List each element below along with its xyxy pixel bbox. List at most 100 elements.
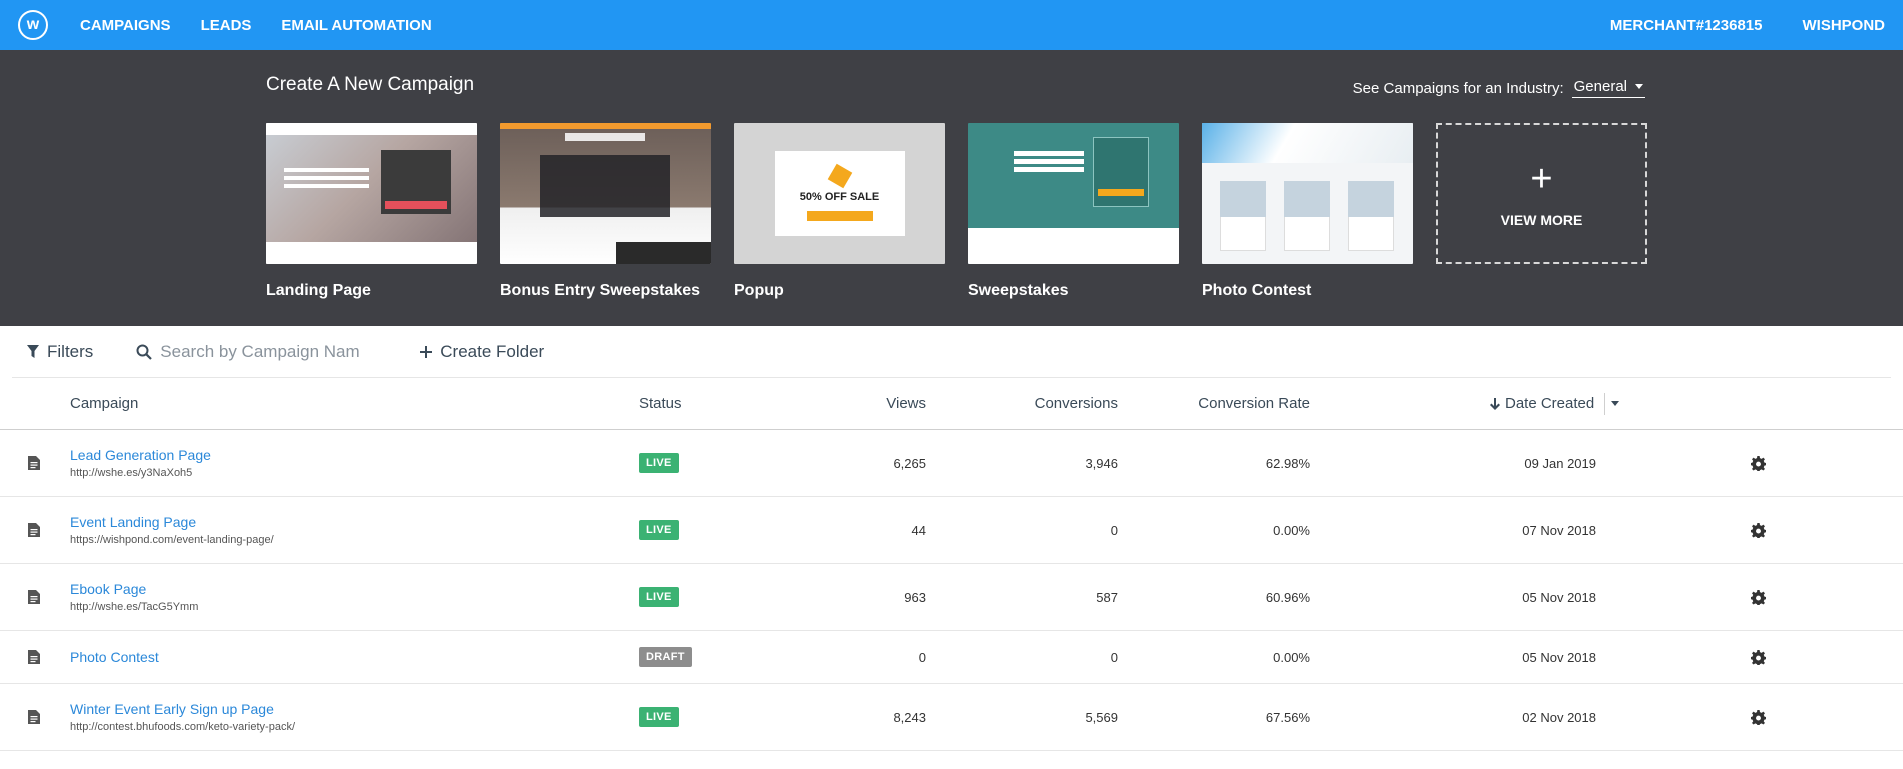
sort-arrow-down-icon — [1490, 397, 1500, 410]
campaign-table-body: Lead Generation Page http://wshe.es/y3Na… — [0, 430, 1903, 751]
conversion-rate-value: 62.98% — [1265, 455, 1310, 471]
template-label: Popup — [734, 282, 784, 299]
status-cell: LIVE — [639, 453, 679, 473]
status-badge: LIVE — [639, 453, 679, 473]
view-more-button[interactable]: + VIEW MORE — [1436, 123, 1647, 264]
conversion-rate-value: 0.00% — [1273, 522, 1310, 538]
conversions-value: 3,946 — [1085, 455, 1118, 471]
industry-dropdown[interactable]: General — [1571, 78, 1645, 98]
template-thumbnail — [968, 123, 1179, 264]
template-sweepstakes[interactable]: Sweepstakes — [968, 123, 1179, 300]
filter-icon — [27, 345, 39, 358]
gear-icon[interactable] — [1751, 455, 1766, 471]
nav-email-automation[interactable]: EMAIL AUTOMATION — [281, 17, 431, 34]
col-views[interactable]: Views — [886, 395, 926, 412]
status-badge: LIVE — [639, 587, 679, 607]
template-label: Bonus Entry Sweepstakes — [500, 282, 701, 299]
account-area: MERCHANT#1236815 WISHPOND — [1610, 17, 1885, 34]
table-row[interactable]: Photo Contest DRAFT 0 0 0.00% 05 Nov 201… — [0, 631, 1903, 684]
industry-label: See Campaigns for an Industry: — [1352, 79, 1564, 97]
col-conversions[interactable]: Conversions — [1035, 395, 1118, 412]
campaign-url[interactable]: http://wshe.es/TacG5Ymm — [70, 601, 198, 613]
filters-button[interactable]: Filters — [27, 342, 93, 362]
create-folder-label: Create Folder — [440, 341, 545, 361]
create-folder-button[interactable]: Create Folder — [420, 342, 544, 362]
plus-icon: + — [1530, 157, 1553, 200]
status-cell: LIVE — [639, 520, 679, 540]
date-created-value: 07 Nov 2018 — [1522, 522, 1596, 538]
template-photo-contest[interactable]: Photo Contest — [1202, 123, 1413, 300]
document-icon — [28, 456, 40, 470]
document-icon — [28, 523, 40, 537]
campaign-cell: Winter Event Early Sign up Page http://c… — [70, 701, 295, 733]
gear-icon[interactable] — [1751, 649, 1766, 665]
status-badge: LIVE — [639, 520, 679, 540]
campaign-link[interactable]: Lead Generation Page — [70, 447, 211, 463]
campaign-link[interactable]: Winter Event Early Sign up Page — [70, 701, 295, 717]
views-value: 8,243 — [893, 709, 926, 725]
campaign-cell: Event Landing Page https://wishpond.com/… — [70, 514, 274, 546]
main-nav: CAMPAIGNS LEADS EMAIL AUTOMATION — [80, 17, 432, 34]
col-status[interactable]: Status — [639, 395, 682, 412]
template-label: Sweepstakes — [968, 282, 1069, 299]
conversion-rate-value: 0.00% — [1273, 649, 1310, 665]
conversions-value: 0 — [1110, 522, 1118, 538]
campaign-cell: Photo Contest — [70, 649, 159, 665]
conversions-value: 0 — [1110, 649, 1118, 665]
views-value: 963 — [904, 589, 926, 605]
industry-filter: See Campaigns for an Industry: General — [1353, 78, 1645, 98]
merchant-id[interactable]: MERCHANT#1236815 — [1610, 17, 1763, 34]
status-cell: LIVE — [639, 707, 679, 727]
template-bonus-entry-sweepstakes[interactable]: Bonus Entry Sweepstakes — [500, 123, 711, 300]
table-row[interactable]: Winter Event Early Sign up Page http://c… — [0, 684, 1903, 751]
campaign-url[interactable]: http://contest.bhufoods.com/keto-variety… — [70, 721, 295, 733]
nav-campaigns[interactable]: CAMPAIGNS — [80, 17, 171, 34]
plus-icon — [420, 345, 433, 358]
template-thumbnail — [1202, 123, 1413, 264]
gear-icon[interactable] — [1751, 709, 1766, 725]
date-created-value: 05 Nov 2018 — [1522, 649, 1596, 665]
nav-leads[interactable]: LEADS — [201, 17, 252, 34]
status-badge: DRAFT — [639, 647, 692, 667]
industry-value: General — [1573, 78, 1627, 95]
header-divider — [1604, 392, 1606, 415]
table-row[interactable]: Event Landing Page https://wishpond.com/… — [0, 497, 1903, 564]
template-popup[interactable]: 50% OFF SALE Popup — [734, 123, 945, 300]
views-value: 44 — [911, 522, 926, 538]
sale-tag-icon — [827, 163, 852, 188]
gear-icon[interactable] — [1751, 589, 1766, 605]
table-header: Campaign Status Views Conversions Conver… — [0, 378, 1903, 430]
filters-label: Filters — [47, 341, 94, 361]
view-more-label: VIEW MORE — [1500, 211, 1583, 228]
campaign-cell: Lead Generation Page http://wshe.es/y3Na… — [70, 447, 211, 479]
gear-icon[interactable] — [1751, 522, 1766, 538]
table-row[interactable]: Ebook Page http://wshe.es/TacG5Ymm LIVE … — [0, 564, 1903, 631]
popup-sale-text: 50% OFF SALE — [799, 190, 880, 203]
view-more-templates[interactable]: + VIEW MORE — [1436, 123, 1647, 300]
document-icon — [28, 710, 40, 724]
campaign-link[interactable]: Photo Contest — [70, 649, 159, 665]
search-icon — [136, 344, 153, 360]
conversions-value: 5,569 — [1085, 709, 1118, 725]
campaign-url[interactable]: https://wishpond.com/event-landing-page/ — [70, 534, 274, 546]
new-campaign-title: Create A New Campaign — [266, 74, 475, 95]
sort-caret-down-icon[interactable] — [1611, 401, 1620, 406]
campaign-toolbar: Filters Create Folder — [12, 326, 1891, 378]
date-created-value: 09 Jan 2019 — [1524, 455, 1596, 471]
campaign-link[interactable]: Event Landing Page — [70, 514, 274, 530]
table-row[interactable]: Lead Generation Page http://wshe.es/y3Na… — [0, 430, 1903, 497]
wishpond-logo[interactable]: w — [18, 10, 48, 40]
template-thumbnail: 50% OFF SALE — [734, 123, 945, 264]
conversions-value: 587 — [1096, 589, 1118, 605]
campaign-link[interactable]: Ebook Page — [70, 581, 198, 597]
template-landing-page[interactable]: Landing Page — [266, 123, 477, 300]
search-input[interactable] — [160, 341, 361, 362]
col-date-created[interactable]: Date Created — [1490, 392, 1620, 415]
new-campaign-panel: Create A New Campaign See Campaigns for … — [0, 50, 1903, 326]
views-value: 6,265 — [893, 455, 926, 471]
account-menu[interactable]: WISHPOND — [1803, 17, 1886, 34]
status-badge: LIVE — [639, 707, 679, 727]
col-campaign[interactable]: Campaign — [70, 395, 138, 412]
campaign-url[interactable]: http://wshe.es/y3NaXoh5 — [70, 467, 211, 479]
col-conversion-rate[interactable]: Conversion Rate — [1198, 395, 1310, 412]
